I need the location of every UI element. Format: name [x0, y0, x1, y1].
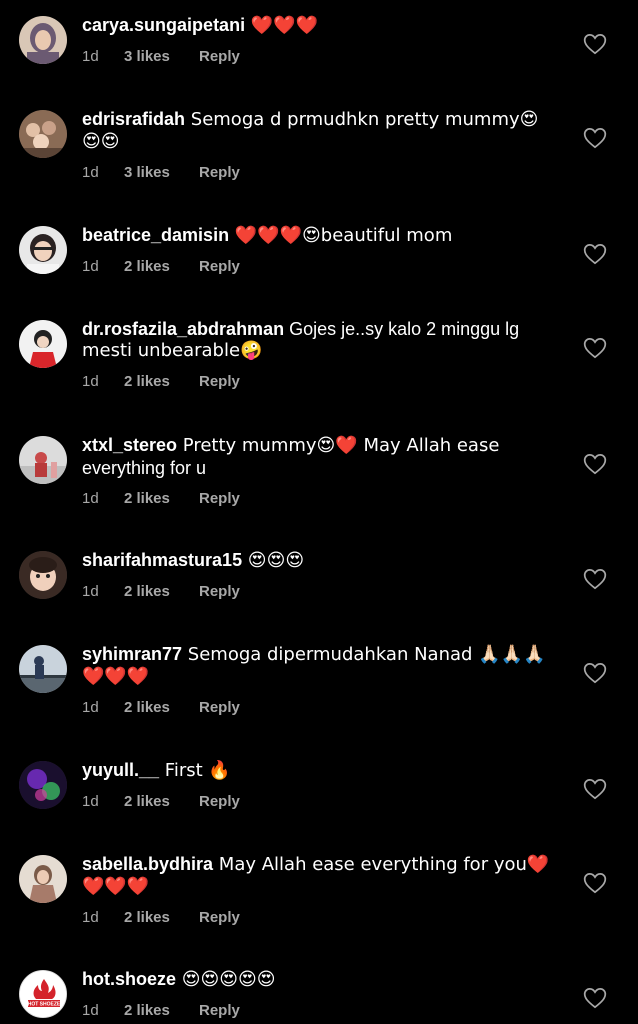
- avatar-logo-text: HOT SHOEZE: [28, 1002, 61, 1008]
- comment-text: ❤️❤️❤️😍beautiful mom: [229, 225, 453, 246]
- comment-text: Pretty mummy😍❤️ May Allah ease: [177, 435, 500, 456]
- reply-button[interactable]: Reply: [199, 1001, 240, 1021]
- comment-text: May Allah ease everything for you❤️: [213, 854, 550, 875]
- reply-button[interactable]: Reply: [199, 163, 240, 183]
- comment-text: 😍😍😍😍😍: [176, 969, 276, 990]
- heart-outline-icon[interactable]: [582, 31, 608, 57]
- comment-likes[interactable]: 3 likes: [124, 47, 199, 67]
- comment-likes[interactable]: 2 likes: [124, 1001, 199, 1021]
- comment-likes[interactable]: 2 likes: [124, 698, 199, 718]
- comment-text-continued: everything for u: [82, 458, 207, 478]
- comment-likes[interactable]: 2 likes: [124, 489, 199, 509]
- comment-text: Semoga dipermudahkan Nanad 🙏🏻🙏🏻🙏🏻: [182, 644, 546, 665]
- comment-text: Semoga d prmudhkn pretty mummy😍: [185, 109, 539, 130]
- heart-outline-icon[interactable]: [582, 451, 608, 477]
- reply-button[interactable]: Reply: [199, 792, 240, 812]
- comment-age: 1d: [82, 793, 99, 810]
- avatar[interactable]: [19, 645, 67, 693]
- comment-age: 1d: [82, 699, 99, 716]
- comment-text: 😍😍😍: [242, 550, 305, 571]
- comment-age: 1d: [82, 164, 99, 181]
- reply-button[interactable]: Reply: [199, 47, 240, 67]
- avatar[interactable]: [19, 110, 67, 158]
- heart-outline-icon[interactable]: [582, 985, 608, 1011]
- comment-likes[interactable]: 2 likes: [124, 908, 199, 928]
- comment-text-continued: mesti unbearable🤪: [82, 340, 263, 361]
- reply-button[interactable]: Reply: [199, 908, 240, 928]
- heart-outline-icon[interactable]: [582, 566, 608, 592]
- reply-button[interactable]: Reply: [199, 698, 240, 718]
- avatar[interactable]: [19, 320, 67, 368]
- reply-button[interactable]: Reply: [199, 257, 240, 277]
- comment-text: Gojes je..sy kalo 2 minggu lg: [284, 319, 520, 339]
- avatar[interactable]: [19, 226, 67, 274]
- reply-button[interactable]: Reply: [199, 582, 240, 602]
- avatar[interactable]: [19, 16, 67, 64]
- comment-age: 1d: [82, 909, 99, 926]
- comment-age: 1d: [82, 258, 99, 275]
- heart-outline-icon[interactable]: [582, 776, 608, 802]
- avatar[interactable]: [19, 436, 67, 484]
- comment-username[interactable]: hot.shoeze: [82, 969, 176, 989]
- comment-likes[interactable]: 2 likes: [124, 582, 199, 602]
- heart-outline-icon[interactable]: [582, 870, 608, 896]
- reply-button[interactable]: Reply: [199, 372, 240, 392]
- avatar[interactable]: HOT SHOEZE: [19, 970, 67, 1018]
- comment-likes[interactable]: 2 likes: [124, 792, 199, 812]
- comment-age: 1d: [82, 1002, 99, 1019]
- heart-outline-icon[interactable]: [582, 660, 608, 686]
- comment-username[interactable]: sabella.bydhira: [82, 854, 213, 874]
- comment-text: ❤️❤️❤️: [245, 15, 319, 36]
- reply-button[interactable]: Reply: [199, 489, 240, 509]
- comment-age: 1d: [82, 373, 99, 390]
- avatar[interactable]: [19, 551, 67, 599]
- comment-text-continued: 😍😍: [82, 131, 120, 152]
- comment-age: 1d: [82, 48, 99, 65]
- comment-username[interactable]: edrisrafidah: [82, 109, 185, 129]
- comment-username[interactable]: dr.rosfazila_abdrahman: [82, 319, 284, 339]
- comment-text-continued: ❤️❤️❤️: [82, 876, 150, 897]
- avatar[interactable]: [19, 761, 67, 809]
- comment-username[interactable]: carya.sungaipetani: [82, 15, 245, 35]
- comment-age: 1d: [82, 583, 99, 600]
- comment-username[interactable]: syhimran77: [82, 644, 182, 664]
- comment-username[interactable]: beatrice_damisin: [82, 225, 229, 245]
- comment-text: First 🔥: [159, 760, 231, 781]
- comment-text-continued: ❤️❤️❤️: [82, 666, 150, 687]
- heart-outline-icon[interactable]: [582, 241, 608, 267]
- comment-likes[interactable]: 2 likes: [124, 372, 199, 392]
- avatar[interactable]: [19, 855, 67, 903]
- heart-outline-icon[interactable]: [582, 335, 608, 361]
- comment-likes[interactable]: 3 likes: [124, 163, 199, 183]
- comment-username[interactable]: yuyull.__: [82, 760, 159, 780]
- comment-username[interactable]: xtxl_stereo: [82, 435, 177, 455]
- comment-age: 1d: [82, 490, 99, 507]
- comment-username[interactable]: sharifahmastura15: [82, 550, 242, 570]
- comment-likes[interactable]: 2 likes: [124, 257, 199, 277]
- heart-outline-icon[interactable]: [582, 125, 608, 151]
